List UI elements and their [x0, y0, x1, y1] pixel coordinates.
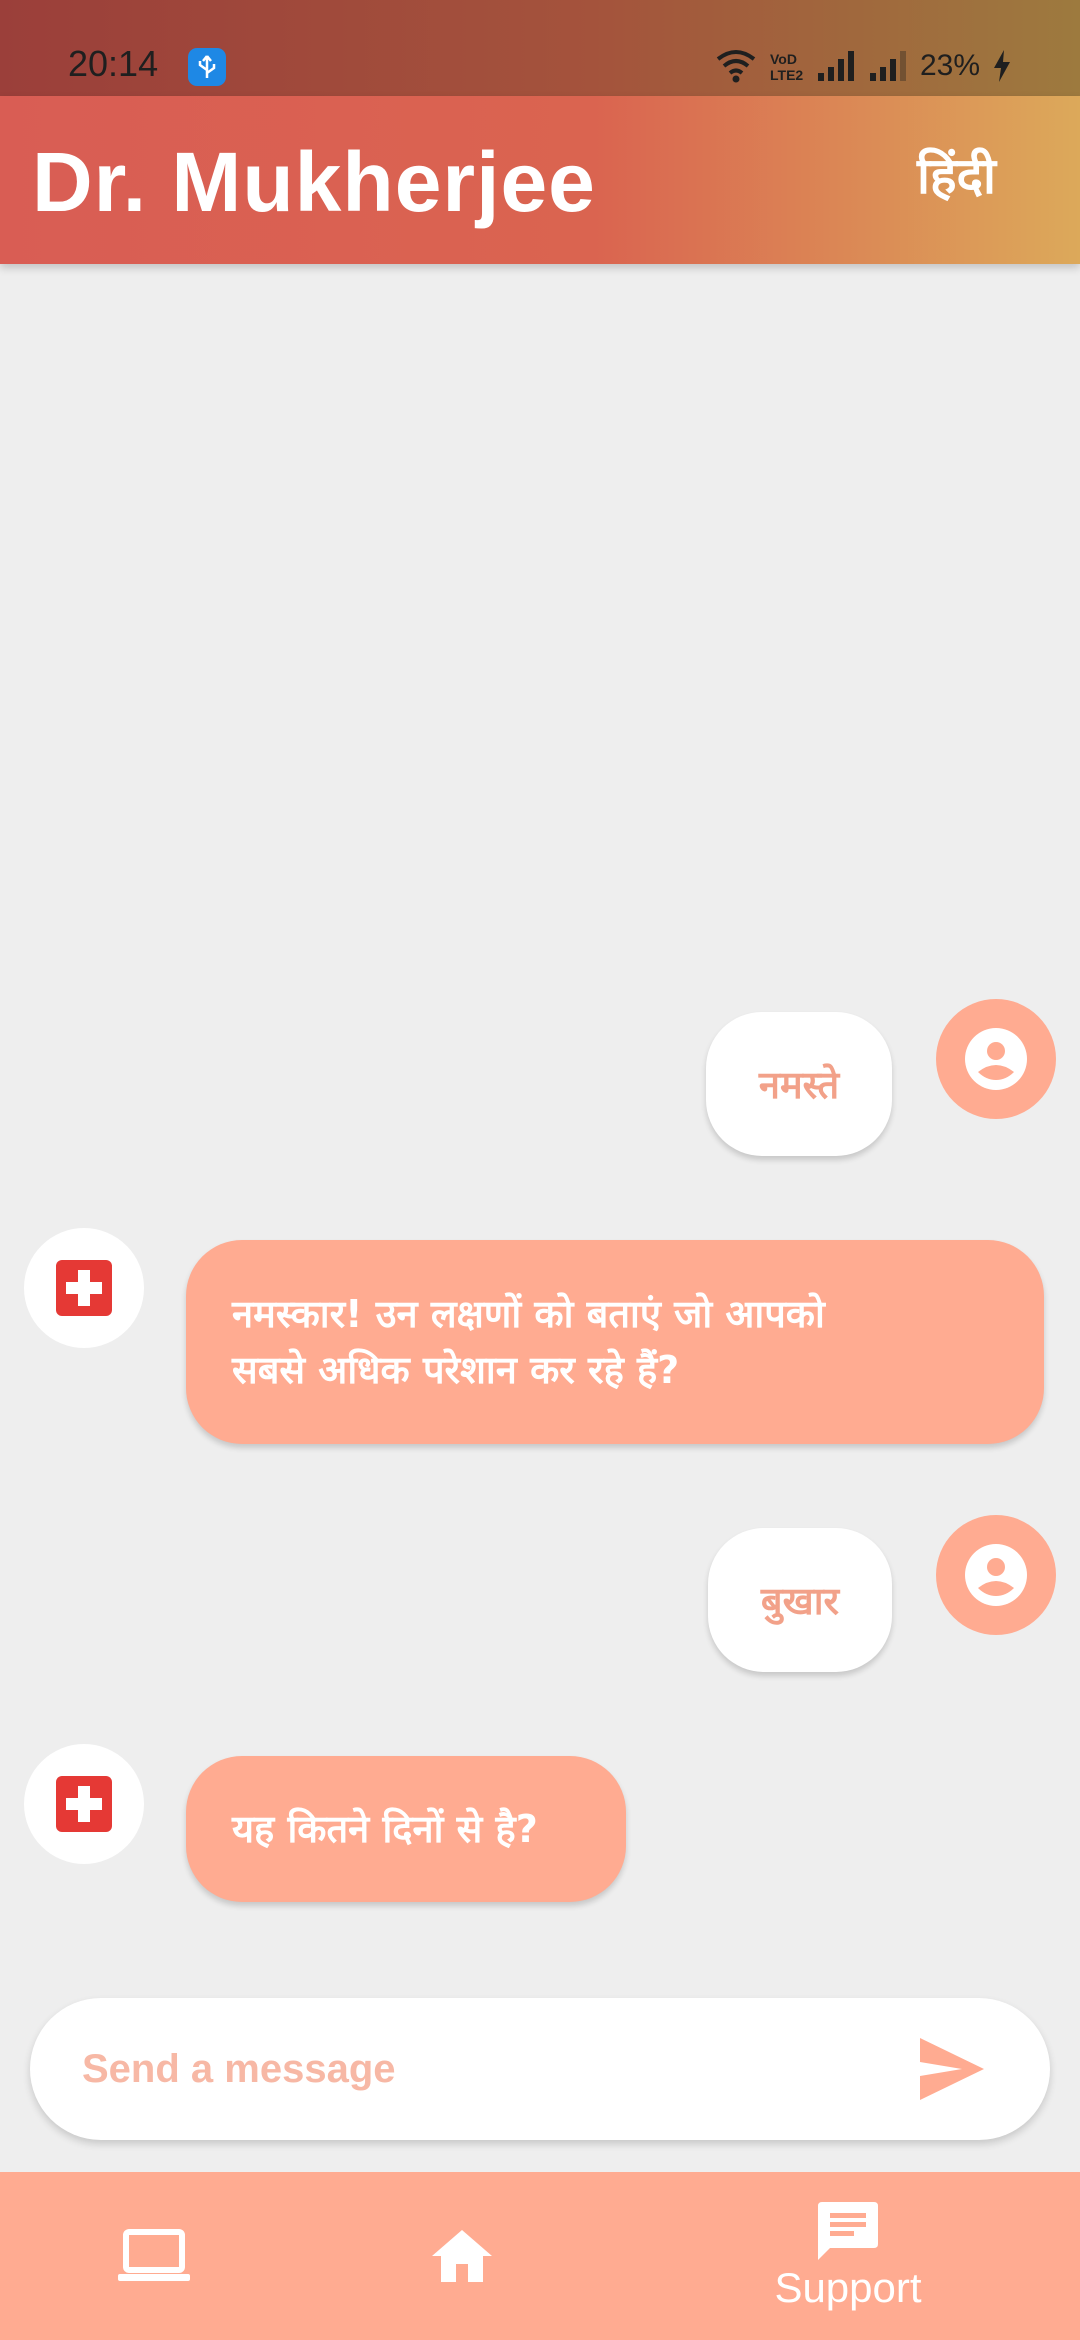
- signal-icon: [869, 51, 906, 81]
- message-text: बुखार: [760, 1579, 840, 1623]
- nav-item-laptop[interactable]: [94, 2172, 214, 2340]
- message-text-line: नमस्कार! उन लक्षणों को बताएं जो आपको: [232, 1292, 825, 1336]
- nav-item-support[interactable]: Support: [748, 2172, 948, 2340]
- doctor-avatar: [24, 1744, 144, 1864]
- battery-percentage: 23%: [919, 49, 980, 82]
- status-bar: 20:14 VoD LTE2 23%: [0, 0, 1080, 96]
- doctor-message-bubble: यह कितने दिनों से है?: [186, 1756, 626, 1902]
- send-icon: [920, 2038, 984, 2100]
- medical-cross-icon: [56, 1260, 112, 1316]
- user-avatar: [936, 1515, 1056, 1635]
- language-toggle-button[interactable]: हिंदी: [917, 146, 996, 206]
- signal-icon: [817, 51, 854, 81]
- user-message-bubble: नमस्ते: [706, 1012, 892, 1156]
- person-icon: [965, 1544, 1027, 1606]
- message-text: नमस्ते: [758, 1063, 840, 1107]
- home-icon: [432, 2230, 492, 2282]
- wifi-icon: [716, 50, 756, 83]
- charging-icon: [994, 50, 1010, 82]
- message-input[interactable]: [82, 2034, 882, 2104]
- send-button[interactable]: [918, 2036, 986, 2102]
- volte-icon: VoD LTE2: [770, 51, 803, 83]
- doctor-message-bubble: नमस्कार! उन लक्षणों को बताएं जो आपको सबस…: [186, 1240, 1044, 1444]
- laptop-icon: [118, 2229, 190, 2281]
- usb-icon: [188, 48, 226, 86]
- nav-item-home[interactable]: [402, 2172, 522, 2340]
- chat-icon: [818, 2202, 878, 2260]
- message-text: यह कितने दिनों से है?: [232, 1807, 538, 1851]
- message-composer: [30, 1998, 1050, 2140]
- app-bar: Dr. Mukherjee हिंदी: [0, 96, 1080, 264]
- person-icon: [965, 1028, 1027, 1090]
- svg-text:LTE2: LTE2: [770, 67, 803, 83]
- nav-label-support: Support: [774, 2264, 922, 2311]
- bottom-navigation: Support: [0, 2172, 1080, 2340]
- status-time: 20:14: [68, 43, 159, 84]
- user-message-bubble: बुखार: [708, 1528, 892, 1672]
- medical-cross-icon: [56, 1776, 112, 1832]
- page-title: Dr. Mukherjee: [32, 135, 596, 229]
- svg-text:VoD: VoD: [770, 51, 797, 67]
- user-avatar: [936, 999, 1056, 1119]
- message-text-line: सबसे अधिक परेशान कर रहे हैं?: [232, 1348, 680, 1392]
- chat-messages: नमस्ते नमस्कार! उन लक्षणों को बताएं जो आ…: [0, 264, 1080, 1964]
- doctor-avatar: [24, 1228, 144, 1348]
